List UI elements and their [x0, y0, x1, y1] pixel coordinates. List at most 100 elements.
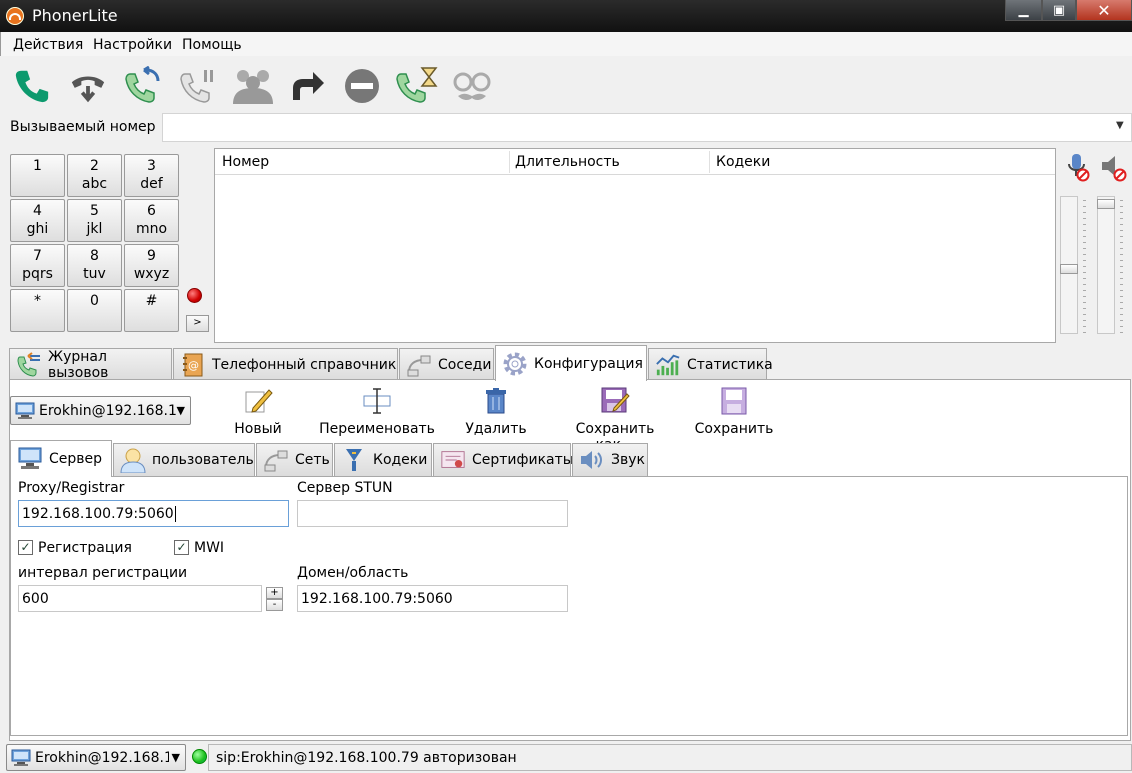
rename-profile-button[interactable]: Переименовать — [315, 385, 439, 437]
tab-network-label: Сеть — [295, 452, 330, 468]
rename-icon — [315, 385, 439, 417]
tab-network[interactable]: Сеть — [256, 443, 333, 476]
gear-icon — [502, 351, 528, 377]
dial-number-label: Вызываемый номер — [10, 119, 156, 135]
keypad-digit: * — [34, 293, 41, 309]
callback-icon[interactable] — [395, 64, 439, 108]
hangup-icon[interactable] — [66, 64, 110, 108]
keypad-digit: 3 — [147, 158, 156, 174]
profile-select[interactable]: Erokhin@192.168.100.79 ▼ — [10, 396, 191, 425]
record-icon[interactable] — [187, 288, 202, 303]
keypad-key[interactable]: 3 def — [124, 154, 179, 197]
mic-volume-thumb[interactable] — [1060, 263, 1078, 274]
column-codecs[interactable]: Кодеки — [716, 154, 770, 170]
network-icon — [406, 352, 432, 378]
transfer-icon[interactable] — [120, 64, 164, 108]
tab-certificates[interactable]: Сертификаты — [433, 443, 574, 476]
tab-sound[interactable]: Звук — [572, 443, 648, 476]
window-title: PhonerLite — [32, 6, 118, 25]
call-icon[interactable] — [10, 64, 54, 108]
stun-server-input[interactable] — [297, 500, 568, 527]
keypad-key[interactable]: * — [10, 289, 65, 332]
network-icon — [263, 447, 289, 473]
tab-server[interactable]: Сервер — [10, 440, 112, 477]
save-profile-button[interactable]: Сохранить — [693, 385, 775, 437]
registration-interval-input[interactable]: 600 — [18, 585, 262, 612]
column-number[interactable]: Номер — [222, 154, 269, 170]
server-icon — [17, 446, 43, 472]
chevron-down-icon[interactable]: ▼ — [1116, 120, 1124, 131]
maximize-button[interactable]: ▣ — [1042, 0, 1076, 21]
tab-phonebook-label: Телефонный справочник — [212, 356, 397, 373]
keypad-digit: 5 — [90, 203, 99, 219]
mic-mute-icon[interactable] — [1066, 152, 1090, 186]
speaker-volume-thumb[interactable] — [1097, 198, 1115, 209]
keypad-digit: 7 — [33, 248, 42, 264]
keypad-key[interactable]: 5 jkl — [67, 199, 122, 242]
forward-icon[interactable] — [285, 64, 329, 108]
tab-call-log[interactable]: Журнал вызовов — [9, 348, 172, 381]
conference-icon[interactable] — [231, 64, 275, 108]
speaker-mute-icon[interactable] — [1100, 152, 1128, 186]
calls-table[interactable]: Номер Длительность Кодеки — [214, 148, 1056, 343]
keypad-key[interactable]: 4 ghi — [10, 199, 65, 242]
interval-decrement-button[interactable]: - — [266, 599, 283, 611]
tab-phonebook[interactable]: @ Телефонный справочник — [173, 348, 398, 380]
registration-checkbox[interactable]: ✓ — [18, 540, 33, 555]
configuration-sub-tabs: Сервер пользователь Сеть Кодеки Сертифик… — [10, 440, 1130, 477]
registration-status-icon — [192, 749, 207, 764]
toolbar — [0, 56, 1132, 114]
delete-profile-button[interactable]: Удалить — [461, 385, 531, 437]
status-profile-value: Erokhin@192.168.100.79 — [35, 749, 169, 766]
tab-codecs[interactable]: Кодеки — [334, 443, 432, 476]
keypad-key[interactable]: 7 pqrs — [10, 244, 65, 287]
svg-text:@: @ — [188, 359, 199, 372]
new-profile-button[interactable]: Новый — [225, 385, 291, 437]
keypad-key[interactable]: 2 abc — [67, 154, 122, 197]
keypad-digit: 9 — [147, 248, 156, 264]
menu-actions[interactable]: Действия — [13, 37, 83, 53]
keypad-key[interactable]: 9 wxyz — [124, 244, 179, 287]
keypad-key[interactable]: 0 — [67, 289, 122, 332]
keypad-key[interactable]: 8 tuv — [67, 244, 122, 287]
interval-increment-button[interactable]: + — [266, 587, 283, 599]
proxy-registrar-input[interactable]: 192.168.100.79:5060 — [18, 500, 289, 527]
hold-icon[interactable] — [175, 64, 219, 108]
keypad-key[interactable]: # — [124, 289, 179, 332]
domain-input[interactable]: 192.168.100.79:5060 — [297, 585, 568, 612]
dial-number-input[interactable] — [162, 113, 1132, 142]
mwi-checkbox[interactable]: ✓ — [174, 540, 189, 555]
stun-server-label: Сервер STUN — [297, 480, 393, 496]
speaker-volume-slider[interactable] — [1097, 196, 1115, 334]
keypad-key[interactable]: 6 mno — [124, 199, 179, 242]
status-profile-select[interactable]: Erokhin@192.168.100.79 ▼ — [6, 744, 186, 771]
tab-configuration[interactable]: Конфигурация — [495, 345, 647, 381]
tab-certificates-label: Сертификаты — [472, 452, 574, 468]
menu-help[interactable]: Помощь — [182, 37, 242, 53]
tab-statistics[interactable]: Статистика — [648, 348, 773, 380]
tab-user[interactable]: пользователь — [113, 443, 255, 476]
minimize-button[interactable]: ▁ — [1005, 0, 1042, 21]
keypad-digit: 2 — [90, 158, 99, 174]
keypad-key[interactable]: 1 — [10, 154, 65, 197]
keypad-digit: 4 — [33, 203, 42, 219]
app-logo-icon — [6, 7, 24, 25]
incognito-icon[interactable] — [450, 64, 494, 108]
menu-bar: Действия Настройки Помощь — [0, 32, 1132, 56]
menu-settings[interactable]: Настройки — [93, 37, 172, 53]
tab-neighbors-label: Соседи — [438, 356, 492, 373]
tab-sound-label: Звук — [611, 452, 645, 468]
tab-statistics-label: Статистика — [687, 356, 773, 373]
do-not-disturb-icon[interactable] — [340, 64, 384, 108]
column-duration[interactable]: Длительность — [515, 154, 620, 170]
tab-neighbors[interactable]: Соседи — [399, 348, 494, 380]
close-button[interactable]: ✕ — [1076, 0, 1132, 21]
registration-label: Регистрация — [38, 540, 132, 556]
keypad-letters: jkl — [86, 221, 103, 237]
tab-codecs-label: Кодеки — [373, 452, 428, 468]
keypad-letters: wxyz — [133, 266, 170, 282]
keypad-forward-button[interactable]: > — [186, 315, 209, 332]
proxy-registrar-value: 192.168.100.79:5060 — [22, 506, 174, 522]
delete-profile-label: Удалить — [465, 421, 527, 437]
keypad-letters: abc — [81, 176, 108, 192]
